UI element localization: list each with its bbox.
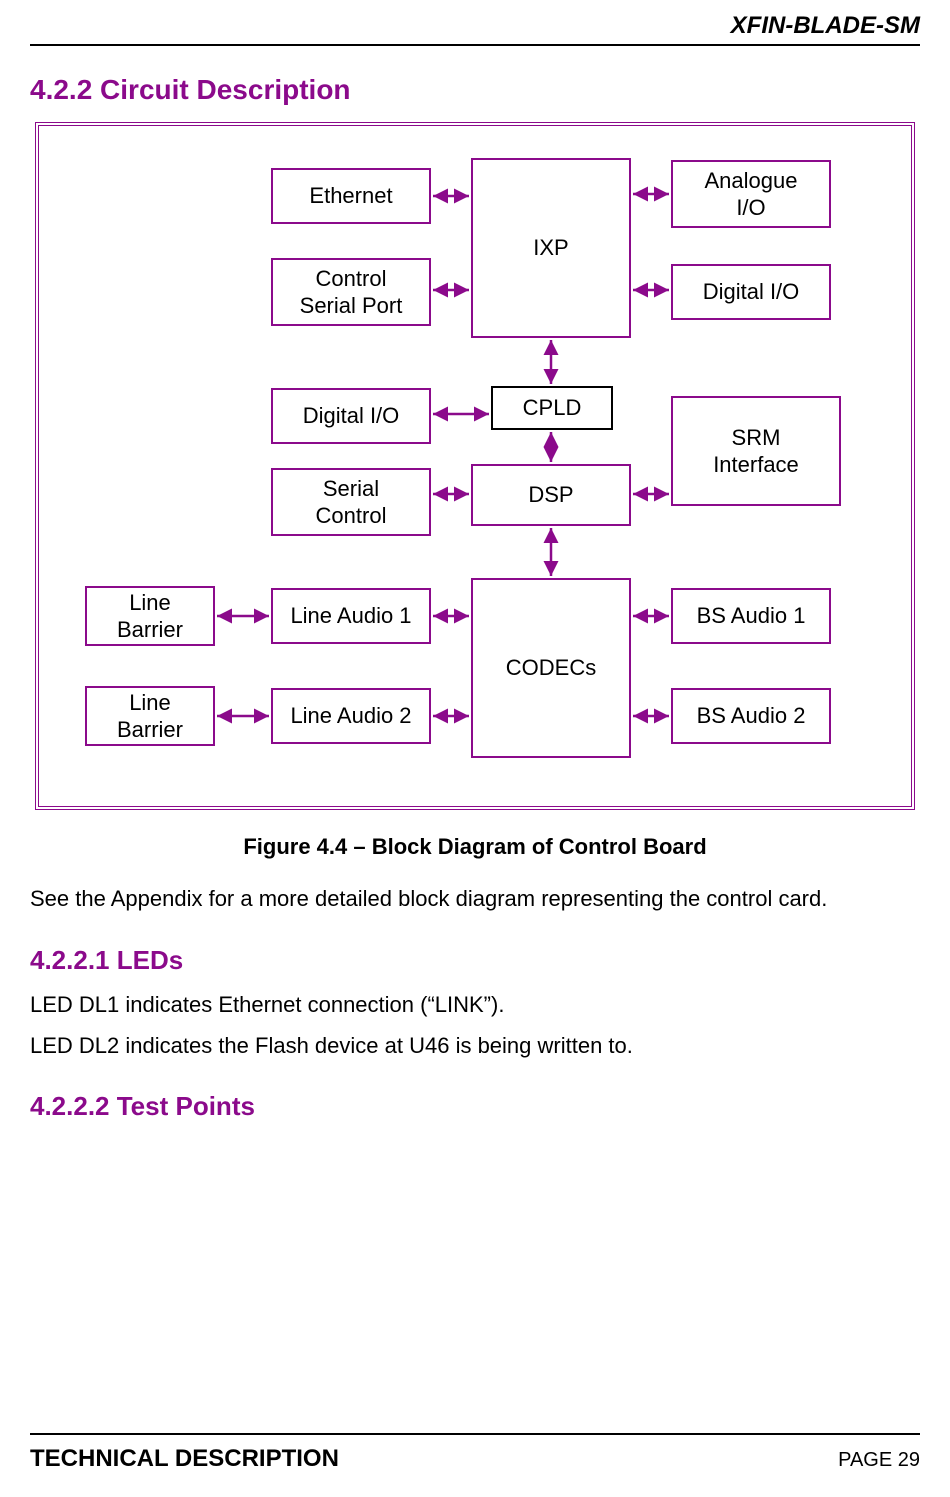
box-srm-interface: SRMInterface: [671, 396, 841, 506]
footer-page-number: PAGE 29: [838, 1449, 920, 1472]
box-analogue-io: AnalogueI/O: [671, 160, 831, 228]
footer-rule: [30, 1433, 920, 1435]
box-line-audio-2: Line Audio 2: [271, 688, 431, 744]
box-ethernet: Ethernet: [271, 168, 431, 224]
box-bs-audio-1: BS Audio 1: [671, 588, 831, 644]
header-rule: [30, 44, 920, 46]
box-digital-io-left: Digital I/O: [271, 388, 431, 444]
appendix-reference: See the Appendix for a more detailed blo…: [30, 884, 920, 915]
box-codecs: CODECs: [471, 578, 631, 758]
box-line-audio-1: Line Audio 1: [271, 588, 431, 644]
box-control-serial-port: ControlSerial Port: [271, 258, 431, 326]
box-bs-audio-2: BS Audio 2: [671, 688, 831, 744]
section-heading: 4.2.2 Circuit Description: [30, 74, 920, 106]
led-dl1-text: LED DL1 indicates Ethernet connection (“…: [30, 990, 920, 1021]
test-points-heading: 4.2.2.2 Test Points: [30, 1091, 920, 1122]
box-line-barrier-2: LineBarrier: [85, 686, 215, 746]
box-digital-io-right: Digital I/O: [671, 264, 831, 320]
product-header: XFIN-BLADE-SM: [30, 0, 920, 44]
box-dsp: DSP: [471, 464, 631, 526]
led-dl2-text: LED DL2 indicates the Flash device at U4…: [30, 1031, 920, 1062]
page-footer: TECHNICAL DESCRIPTION PAGE 29: [30, 1433, 920, 1473]
footer-title: TECHNICAL DESCRIPTION: [30, 1445, 339, 1473]
box-serial-control: SerialControl: [271, 468, 431, 536]
figure-caption: Figure 4.4 – Block Diagram of Control Bo…: [30, 834, 920, 860]
block-diagram: Ethernet IXP AnalogueI/O ControlSerial P…: [35, 122, 915, 810]
box-line-barrier-1: LineBarrier: [85, 586, 215, 646]
box-cpld: CPLD: [491, 386, 613, 430]
leds-heading: 4.2.2.1 LEDs: [30, 945, 920, 976]
box-ixp: IXP: [471, 158, 631, 338]
